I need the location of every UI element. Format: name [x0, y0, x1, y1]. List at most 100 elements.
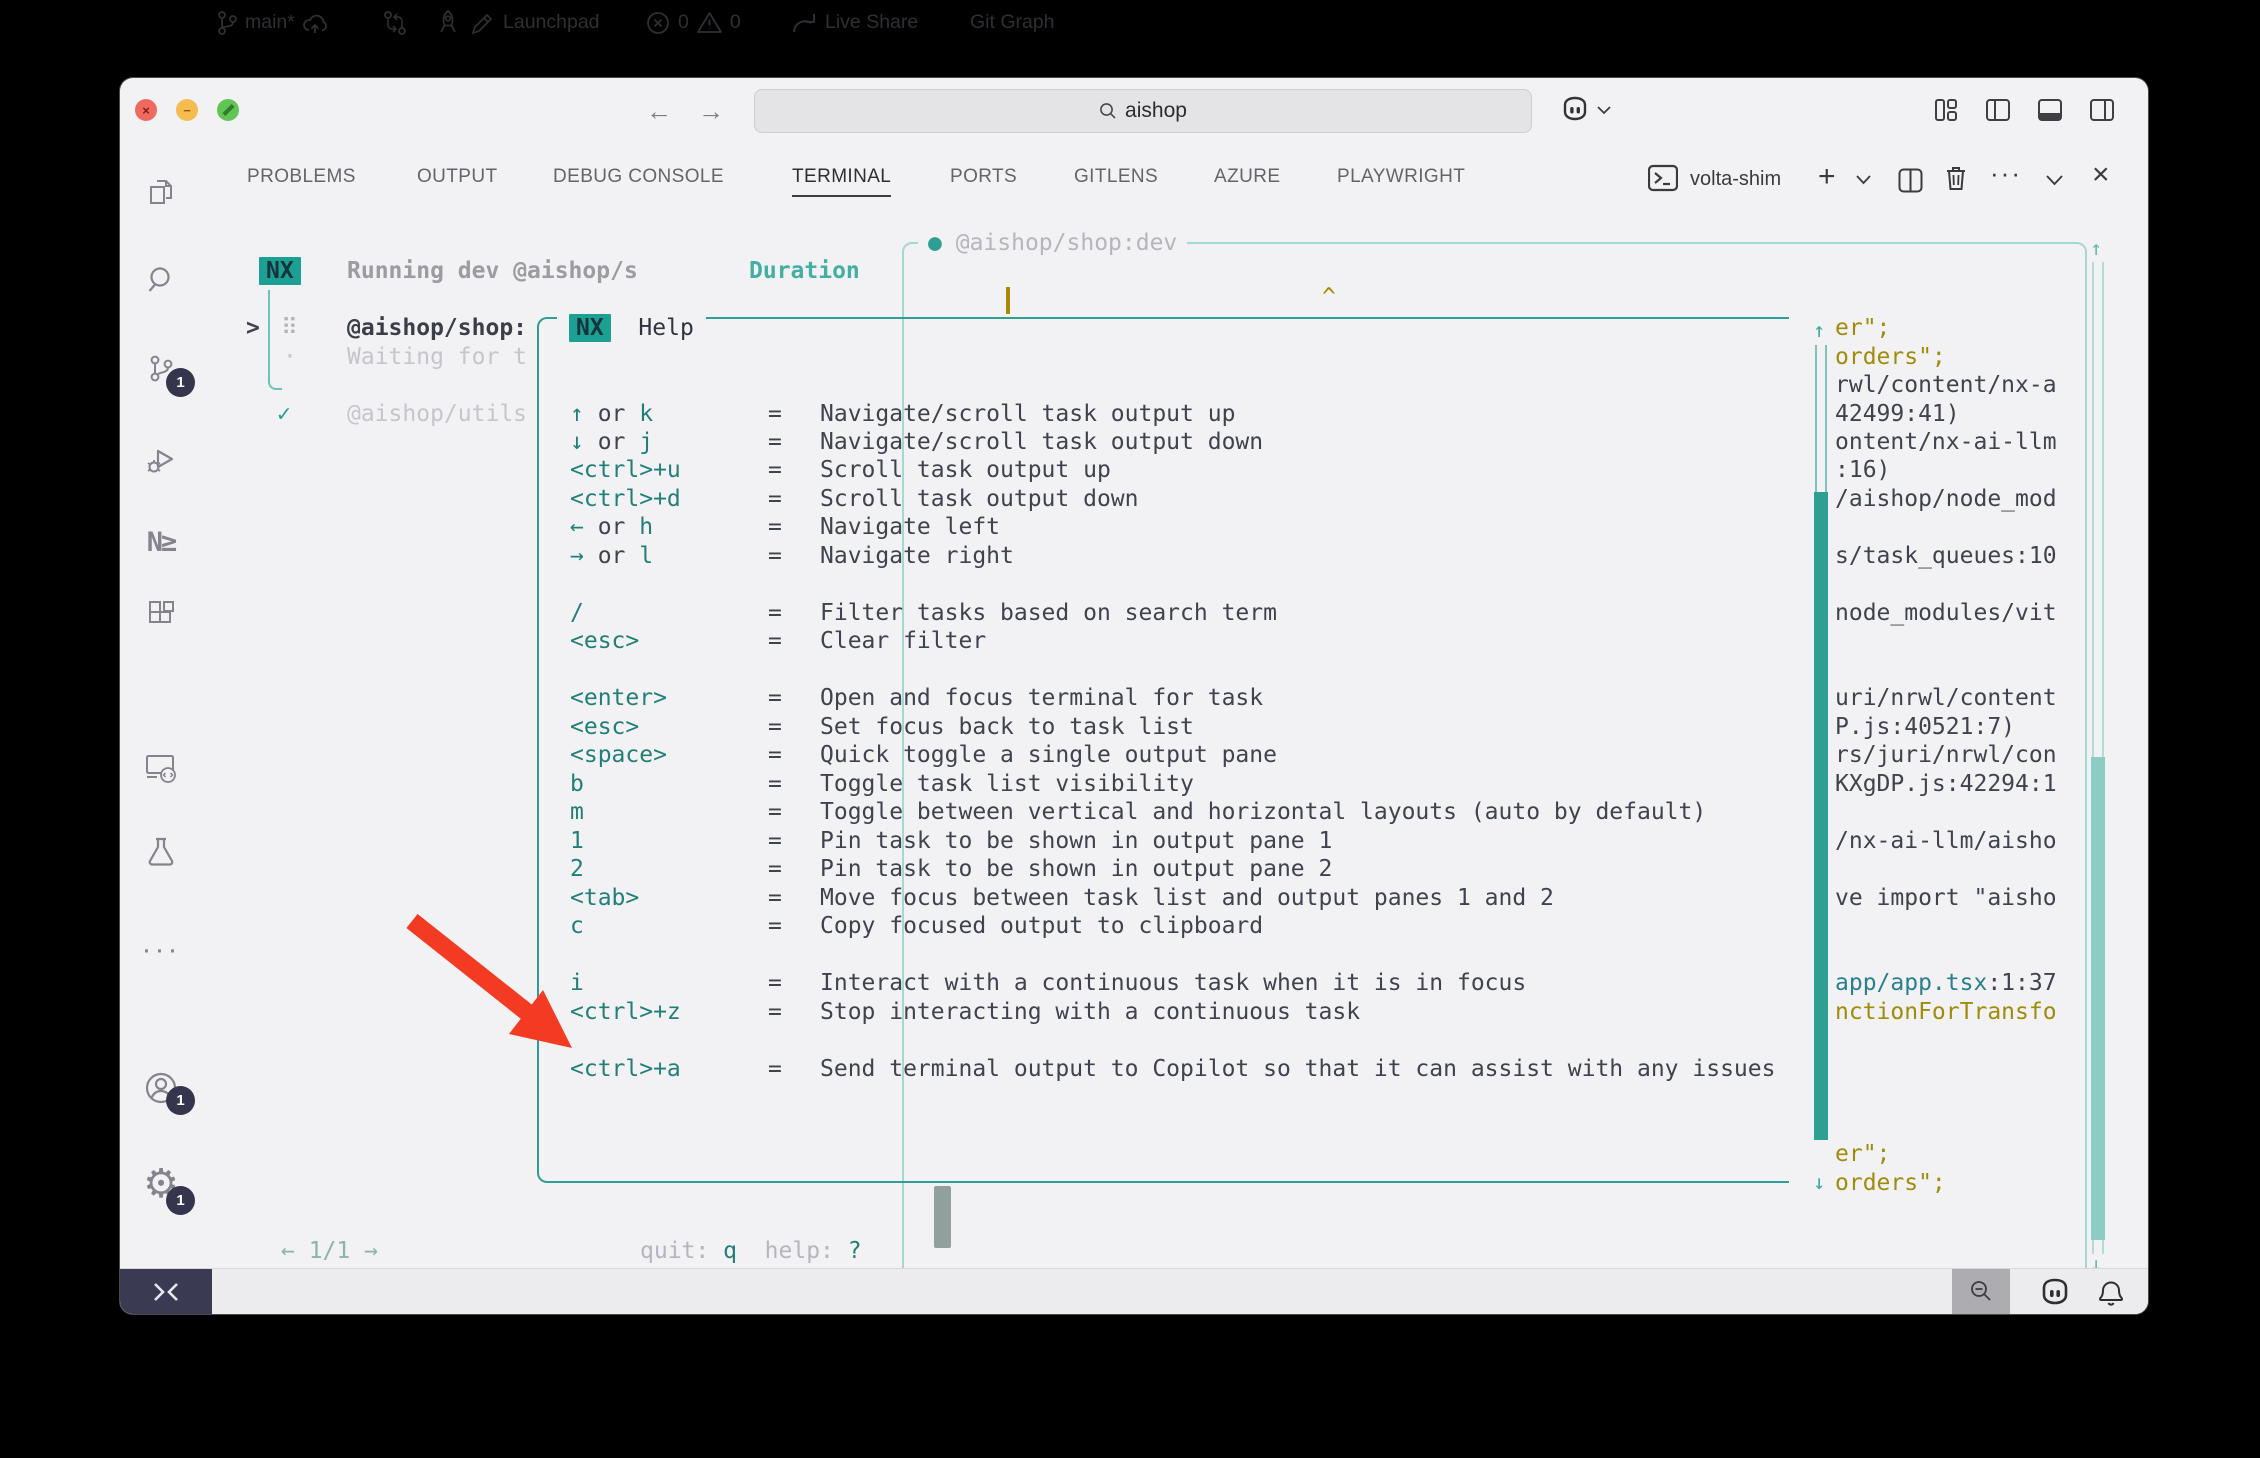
task-selector: >: [246, 314, 260, 342]
terminal-output-line: /nx-ai-llm/aisho: [1835, 827, 2057, 855]
help-row-ctrl-a: <ctrl>+a=Send terminal output to Copilot…: [0, 1055, 2260, 1083]
live-share-status-item[interactable]: Live Share: [790, 0, 918, 45]
terminal-output-line-file: app/app.tsx:1:37: [1835, 969, 2057, 997]
tab-terminal[interactable]: TERMINAL: [792, 166, 891, 197]
kill-terminal-trash-icon[interactable]: [1944, 165, 1968, 192]
nx-header-badge: NX: [259, 257, 301, 285]
task-output-scroll-thumb[interactable]: [934, 1186, 951, 1248]
git-graph-status-item[interactable]: Git Graph: [970, 0, 1055, 45]
edit-pencil-icon: [470, 10, 496, 36]
toggle-primary-sidebar-icon[interactable]: [1985, 97, 2011, 123]
terminal-scrollbar-up-icon[interactable]: ↑: [2090, 236, 2102, 260]
errors-icon: [645, 10, 671, 36]
pager-indicator[interactable]: ← 1/1 →: [281, 1237, 378, 1265]
screencast-zoom-item[interactable]: [1952, 1269, 2010, 1314]
publish-cloud-icon: [302, 11, 328, 35]
split-terminal-icon[interactable]: [1898, 168, 1923, 193]
help-row: <ctrl>+u=Scroll task output up: [0, 456, 2260, 484]
help-title: NX Help: [557, 314, 706, 342]
terminal-output-line: uri/nrwl/content: [1835, 684, 2057, 712]
terminal-output-line: rwl/content/nx-a: [1835, 371, 2057, 399]
panel-more-actions-icon[interactable]: ···: [1990, 158, 2022, 189]
branch-status-item[interactable]: main*: [216, 0, 328, 45]
terminal-dropdown-chevron-icon[interactable]: [1856, 175, 1871, 185]
copilot-chevron-icon[interactable]: [1597, 106, 1611, 115]
terminal-output-line: node_modules/vit: [1835, 599, 2057, 627]
live-share-icon: [790, 10, 818, 36]
notifications-bell-icon[interactable]: [2096, 1276, 2126, 1308]
running-dot-icon: ●: [928, 230, 942, 256]
rocket-icon: [433, 8, 463, 38]
copilot-icon[interactable]: [1560, 95, 1590, 123]
tab-problems[interactable]: PROBLEMS: [247, 166, 356, 188]
maximize-window-button[interactable]: [217, 99, 239, 121]
help-row: <esc>=Clear filter: [0, 627, 2260, 655]
customize-layout-icon[interactable]: [1933, 97, 1959, 123]
copilot-status-icon[interactable]: [2038, 1276, 2072, 1306]
accounts-badge: 1: [166, 1086, 195, 1115]
tab-ports[interactable]: PORTS: [950, 166, 1017, 188]
terminal-instance-name[interactable]: volta-shim: [1690, 168, 1781, 191]
search-value: aishop: [1125, 99, 1187, 123]
tab-debug-console[interactable]: DEBUG CONSOLE: [553, 166, 724, 188]
terminal-output-line: s/task_queues:10: [1835, 542, 2057, 570]
tab-azure[interactable]: AZURE: [1214, 166, 1280, 188]
errors-count: 0: [678, 11, 689, 34]
duration-column-label: Duration: [749, 257, 860, 285]
help-row: c=Copy focused output to clipboard: [0, 912, 2260, 940]
git-compare-icon: [382, 9, 408, 37]
close-window-button[interactable]: ×: [135, 99, 157, 121]
terminal-output-line: nctionForTransfo: [1835, 998, 2057, 1026]
back-arrow-icon[interactable]: ←: [646, 96, 672, 127]
tab-gitlens[interactable]: GITLENS: [1074, 166, 1158, 188]
explorer-icon[interactable]: [141, 172, 181, 212]
toggle-secondary-sidebar-icon[interactable]: [2089, 97, 2115, 123]
terminal-output-line: er";: [1835, 1140, 1890, 1168]
screen: × − ← → aishop PROBLEMS OUTPUT DEBUG CON…: [0, 0, 2260, 1458]
red-annotation-arrow: [390, 900, 610, 1070]
toggle-panel-icon[interactable]: [2037, 97, 2063, 123]
source-control-badge: 1: [166, 368, 195, 397]
tab-output[interactable]: OUTPUT: [417, 166, 498, 188]
terminal-output-line: /aishop/node_mod: [1835, 485, 2057, 513]
search-sidebar-icon[interactable]: [141, 260, 181, 300]
minimize-window-button[interactable]: −: [176, 99, 198, 121]
terminal-output-line: KXgDP.js:42294:1: [1835, 770, 2057, 798]
task-spinner-icon: ⠿: [281, 314, 298, 342]
terminal-scrollbar-thumb[interactable]: [2091, 757, 2105, 1240]
remote-icon: [153, 1282, 179, 1302]
git-graph-label: Git Graph: [970, 11, 1055, 34]
terminal-output-line: ve import "aisho: [1835, 884, 2057, 912]
search-icon: [1099, 102, 1117, 120]
help-row: 2=Pin task to be shown in output pane 2: [0, 855, 2260, 883]
remote-indicator[interactable]: [120, 1269, 212, 1314]
tab-playwright[interactable]: PLAYWRIGHT: [1337, 166, 1465, 188]
forward-arrow-icon[interactable]: →: [698, 96, 724, 127]
launchpad-label: Launchpad: [503, 11, 600, 34]
problems-status-item[interactable]: 0 0: [645, 0, 741, 45]
launchpad-status-item[interactable]: Launchpad: [433, 0, 600, 45]
settings-badge: 1: [166, 1186, 195, 1215]
terminal-output-line: ontent/nx-ai-llm: [1835, 428, 2057, 456]
close-panel-icon[interactable]: ×: [2092, 158, 2110, 192]
warnings-icon: [696, 10, 723, 35]
help-row: m=Toggle between vertical and horizontal…: [0, 798, 2260, 826]
output-pane-title: ● @aishop/shop:dev: [918, 229, 1187, 257]
hide-panel-chevron-icon[interactable]: [2046, 175, 2063, 186]
caret-char: ^: [1322, 283, 1336, 311]
pane-scrollbar-up-icon[interactable]: ↑: [1813, 318, 1825, 342]
terminal-cursor: [1006, 287, 1010, 314]
command-center-search[interactable]: aishop: [754, 89, 1532, 133]
task-runner-title: Running dev @aishop/s: [347, 257, 638, 285]
git-compare-status-item[interactable]: [382, 0, 408, 45]
pane-scrollbar-thumb[interactable]: [1814, 492, 1828, 1140]
terminal-output-line: rs/juri/nrwl/con: [1835, 741, 2057, 769]
terminal-output-line: P.js:40521:7): [1835, 713, 2015, 741]
status-bar: [120, 1268, 2148, 1314]
task-name-selected: @aishop/shop:: [347, 314, 527, 342]
pane-scrollbar-track[interactable]: [1815, 345, 1827, 492]
pane-scrollbar-down-icon[interactable]: ↓: [1813, 1170, 1825, 1194]
new-terminal-button[interactable]: +: [1818, 160, 1836, 194]
task-waiting-label: Waiting for t: [347, 343, 527, 371]
branch-name: main*: [245, 11, 295, 34]
